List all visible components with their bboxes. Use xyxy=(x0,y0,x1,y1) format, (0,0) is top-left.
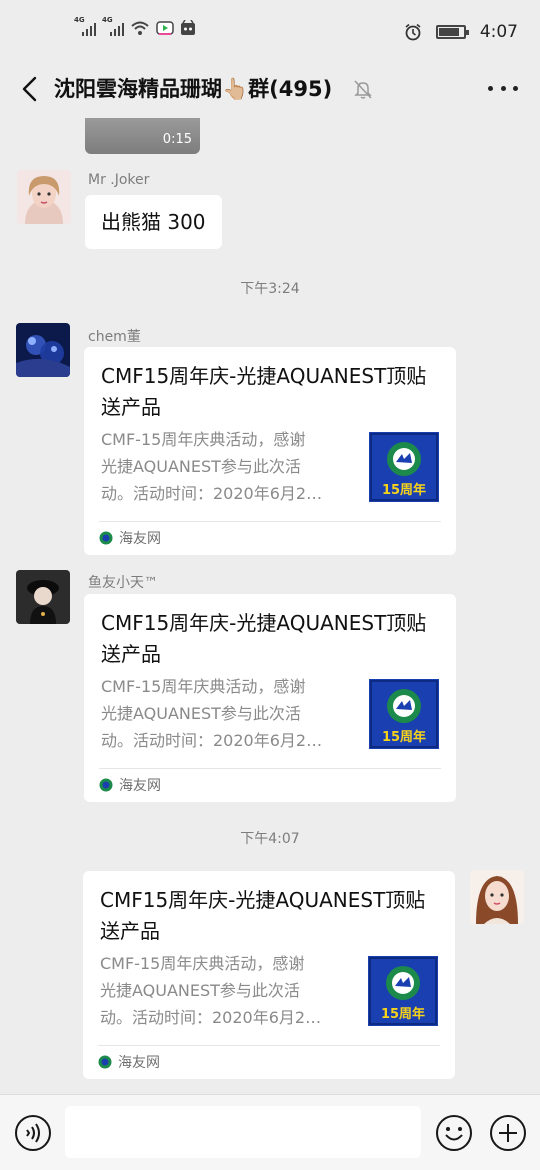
card-source: 海友网 xyxy=(98,1052,160,1072)
more-icon[interactable] xyxy=(488,76,518,100)
card-description: CMF-15周年庆典活动，感谢 光捷AQUANEST参与此次活 动。活动时间：2… xyxy=(101,430,323,503)
voice-icon[interactable] xyxy=(14,1114,52,1152)
video-duration: 0:15 xyxy=(162,132,192,147)
sender-name: 鱼友小天™ xyxy=(88,575,158,591)
thumb-label: 15周年 xyxy=(381,1006,425,1022)
thumb-label: 15周年 xyxy=(382,729,426,745)
input-bar xyxy=(0,1094,540,1170)
card-source: 海友网 xyxy=(99,528,161,548)
game-app-icon xyxy=(181,20,195,35)
avatar[interactable] xyxy=(16,323,70,377)
alarm-icon xyxy=(405,23,421,41)
timestamp: 下午4:07 xyxy=(240,831,300,847)
network-type-label: 4G xyxy=(102,16,113,24)
source-name: 海友网 xyxy=(119,778,161,794)
clock: 4:07 xyxy=(479,22,518,42)
source-name: 海友网 xyxy=(119,531,161,547)
avatar[interactable] xyxy=(16,570,70,624)
video-app-icon xyxy=(156,21,174,35)
card-divider xyxy=(99,521,441,522)
timestamp: 下午3:24 xyxy=(240,281,300,297)
source-logo-icon xyxy=(98,1055,112,1069)
link-card[interactable]: CMF15周年庆-光捷AQUANEST顶贴送产品 CMF-15周年庆典活动，感谢… xyxy=(83,871,455,1079)
source-logo-icon xyxy=(99,531,113,545)
card-source: 海友网 xyxy=(99,775,161,795)
battery-icon xyxy=(435,25,469,39)
chat-title[interactable]: 沈阳雲海精品珊瑚👆🏼群(495) xyxy=(54,73,332,103)
my-avatar[interactable] xyxy=(470,870,524,924)
sender-name: Mr .Joker xyxy=(88,172,150,188)
avatar[interactable] xyxy=(17,170,71,224)
card-divider xyxy=(98,1045,440,1046)
thumb-label: 15周年 xyxy=(382,482,426,498)
card-thumbnail: 15周年 xyxy=(369,432,439,502)
card-title: CMF15周年庆-光捷AQUANEST顶贴送产品 xyxy=(101,364,427,419)
source-name: 海友网 xyxy=(118,1055,160,1071)
back-arrow-icon[interactable] xyxy=(16,74,46,104)
link-card[interactable]: CMF15周年庆-光捷AQUANEST顶贴送产品 CMF-15周年庆典活动，感谢… xyxy=(84,594,456,802)
card-thumbnail: 15周年 xyxy=(369,679,439,749)
card-divider xyxy=(99,768,441,769)
network-type-label: 4G xyxy=(74,16,85,24)
mute-bell-icon xyxy=(354,80,372,99)
message-bubble[interactable]: 出熊猫 300 xyxy=(85,195,222,249)
source-logo-icon xyxy=(99,778,113,792)
card-thumbnail: 15周年 xyxy=(368,956,438,1026)
emoji-icon[interactable] xyxy=(435,1114,473,1152)
signal-icon: 4G xyxy=(102,16,124,36)
card-description: CMF-15周年庆典活动，感谢 光捷AQUANEST参与此次活 动。活动时间：2… xyxy=(100,954,322,1027)
sender-name: chem董 xyxy=(88,329,141,345)
card-title: CMF15周年庆-光捷AQUANEST顶贴送产品 xyxy=(100,888,426,943)
card-description: CMF-15周年庆典活动，感谢 光捷AQUANEST参与此次活 动。活动时间：2… xyxy=(101,677,323,750)
chat-area[interactable]: 0:15 Mr .Joker 出熊猫 300 下午3:24 chem董 CMF1… xyxy=(0,114,540,1094)
status-bar: 4G 4G 4:07 xyxy=(0,0,540,64)
video-message[interactable]: 0:15 xyxy=(85,118,200,154)
signal-icon: 4G xyxy=(74,16,96,36)
plus-icon[interactable] xyxy=(489,1114,527,1152)
chat-header: 沈阳雲海精品珊瑚👆🏼群(495) xyxy=(0,64,540,114)
wifi-icon xyxy=(131,21,149,35)
card-title: CMF15周年庆-光捷AQUANEST顶贴送产品 xyxy=(101,611,427,666)
link-card[interactable]: CMF15周年庆-光捷AQUANEST顶贴送产品 CMF-15周年庆典活动，感谢… xyxy=(84,347,456,555)
message-input[interactable] xyxy=(65,1106,421,1158)
